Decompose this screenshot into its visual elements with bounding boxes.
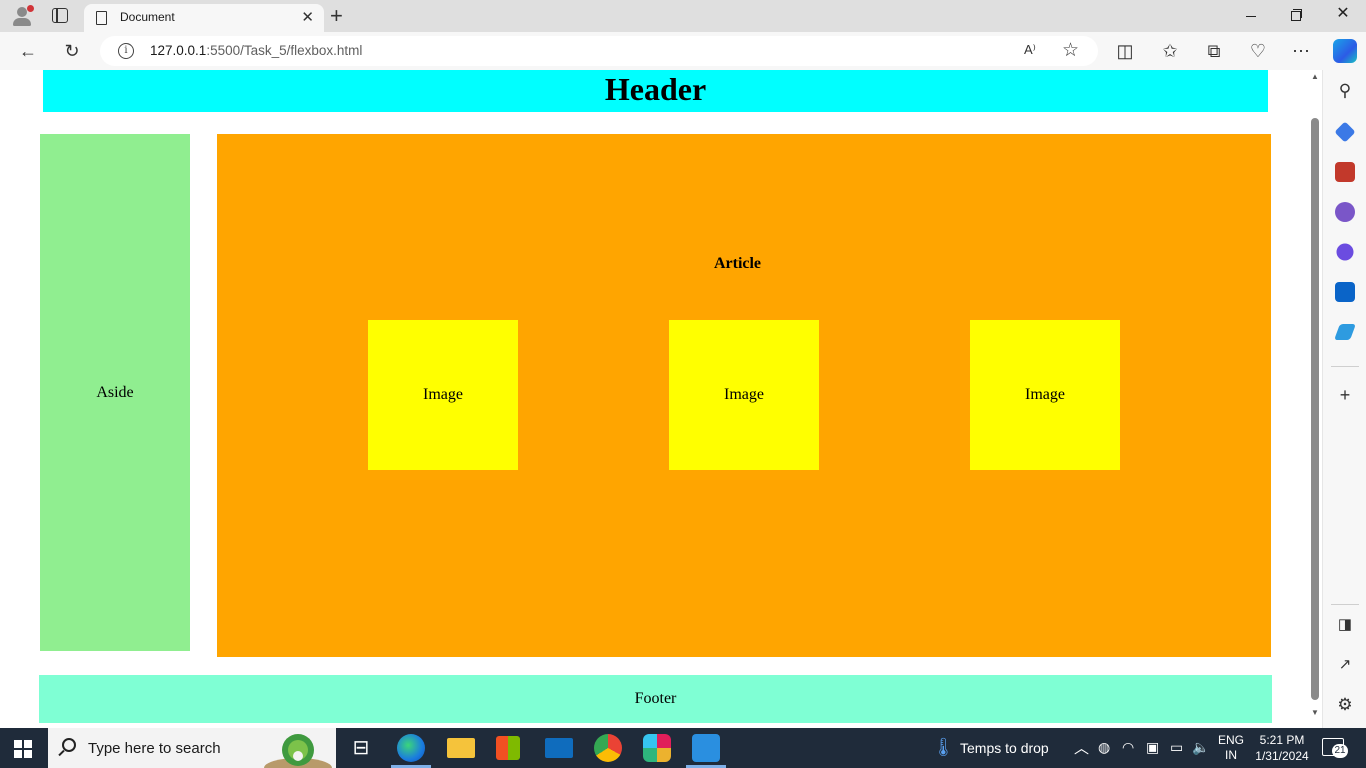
header-title: Header [604, 71, 707, 107]
drop-icon[interactable] [1334, 324, 1356, 340]
image-label: Image [423, 386, 463, 403]
back-button[interactable]: ← [17, 40, 39, 62]
show-hidden-icons[interactable]: ︿ [1074, 737, 1089, 758]
search-placeholder: Type here to search [88, 740, 221, 757]
copilot-icon[interactable] [1333, 39, 1357, 63]
edge-sidebar: ⚲ + ◨ ↗ ⚙ [1322, 70, 1366, 728]
url-path: :5500/Task_5/flexbox.html [206, 43, 363, 58]
sidebar-settings-icon[interactable]: ⚙ [1334, 694, 1356, 716]
browser-essentials-icon[interactable]: ♡ [1247, 40, 1269, 62]
close-tab-icon[interactable]: ✕ [301, 8, 314, 26]
new-tab-button[interactable]: + [330, 3, 343, 29]
tab-bar: Document ✕ + ✕ [0, 0, 1366, 32]
language-indicator[interactable]: ENG IN [1214, 733, 1248, 763]
thermometer-icon: 🌡 [932, 737, 955, 757]
clock-time: 5:21 PM [1259, 733, 1305, 747]
taskbar-search-box[interactable]: Type here to search [48, 728, 336, 768]
split-screen-icon[interactable]: ◫ [1114, 40, 1136, 62]
microsoft-365-icon[interactable] [1336, 243, 1354, 261]
image-label: Image [1025, 386, 1065, 403]
shopping-icon[interactable] [1334, 121, 1356, 143]
vscode-icon[interactable] [692, 734, 720, 762]
restore-button[interactable] [1274, 5, 1320, 27]
favorites-icon[interactable]: ✩ [1159, 40, 1181, 62]
scroll-down-icon[interactable]: ▼ [1311, 708, 1319, 717]
browser-toolbar: ← ↻ i 127.0.0.1:5500/Task_5/flexbox.html… [0, 32, 1366, 70]
image-box: Image [368, 320, 518, 470]
refresh-button[interactable]: ↻ [61, 40, 83, 62]
scrollbar-thumb[interactable] [1311, 118, 1319, 700]
settings-more-icon[interactable]: ⋯ [1290, 40, 1312, 62]
pen-icon[interactable]: ▣ [1146, 739, 1159, 756]
add-favorite-icon[interactable]: ☆ [1062, 39, 1079, 62]
slack-icon[interactable] [643, 734, 671, 762]
read-aloud-icon[interactable]: A⁾ [1024, 42, 1036, 58]
document-icon [96, 11, 107, 25]
article-title: Article [713, 255, 762, 272]
image-label: Image [724, 386, 764, 403]
address-bar[interactable]: i 127.0.0.1:5500/Task_5/flexbox.html A⁾ … [100, 36, 1098, 66]
page-aside: Aside [40, 134, 190, 651]
url-text[interactable]: 127.0.0.1:5500/Task_5/flexbox.html [150, 43, 362, 58]
edge-taskbar-icon[interactable] [397, 734, 425, 762]
weather-text: Temps to drop [960, 740, 1049, 756]
meet-now-icon[interactable]: ◍ [1098, 739, 1110, 756]
external-link-icon[interactable]: ↗ [1334, 654, 1356, 676]
region-code: IN [1225, 748, 1237, 762]
sidebar-divider [1331, 604, 1359, 605]
task-view-icon[interactable]: ⊟ [347, 734, 375, 762]
chrome-icon[interactable] [594, 734, 622, 762]
windows-taskbar: Type here to search ⊟ 🌡 Temps to drop ︿ … [0, 728, 1366, 768]
search-icon [62, 738, 76, 752]
battery-icon[interactable]: ▭ [1170, 739, 1183, 756]
volume-icon[interactable]: 🔈 [1192, 739, 1209, 756]
close-window-button[interactable]: ✕ [1320, 3, 1366, 25]
add-sidebar-app-icon[interactable]: + [1334, 384, 1356, 406]
language-code: ENG [1217, 733, 1244, 747]
aside-label: Aside [96, 383, 134, 401]
microsoft-store-icon[interactable] [496, 736, 520, 760]
clock[interactable]: 5:21 PM 1/31/2024 [1250, 732, 1314, 764]
windows-start-icon[interactable] [14, 740, 32, 758]
page-article: Article Image Image Image [217, 134, 1271, 657]
clock-date: 1/31/2024 [1255, 749, 1309, 763]
search-icon[interactable]: ⚲ [1334, 80, 1356, 102]
minimize-button[interactable] [1228, 5, 1274, 27]
image-box: Image [669, 320, 819, 470]
image-box: Image [970, 320, 1120, 470]
notification-count: 21 [1332, 744, 1348, 758]
footer-label: Footer [634, 690, 677, 707]
scroll-up-icon[interactable]: ▲ [1311, 72, 1319, 81]
tab-title: Document [120, 10, 175, 24]
page-viewport: Header Aside Article Image Image Image F… [4, 70, 1322, 728]
mail-icon[interactable] [545, 738, 573, 758]
url-host: 127.0.0.1 [150, 43, 207, 58]
browser-tab[interactable]: Document ✕ [84, 4, 324, 32]
site-info-icon[interactable]: i [118, 43, 134, 59]
file-explorer-icon[interactable] [447, 738, 475, 758]
profile-icon[interactable] [10, 5, 34, 27]
hide-sidebar-icon[interactable]: ◨ [1334, 614, 1356, 636]
games-icon[interactable] [1335, 202, 1355, 222]
page-header: Header [43, 70, 1268, 112]
sidebar-divider [1331, 366, 1359, 367]
collections-icon[interactable]: ⧉ [1203, 40, 1225, 62]
search-highlight-icon [264, 734, 332, 768]
tab-actions-icon[interactable] [52, 8, 68, 23]
outlook-icon[interactable] [1335, 282, 1355, 302]
vertical-scrollbar[interactable]: ▲ ▼ [1309, 70, 1322, 728]
tools-icon[interactable] [1335, 162, 1355, 182]
network-icon[interactable]: ◠ [1122, 739, 1134, 756]
page-footer: Footer [39, 675, 1272, 723]
notifications-icon[interactable]: 21 [1322, 738, 1348, 758]
